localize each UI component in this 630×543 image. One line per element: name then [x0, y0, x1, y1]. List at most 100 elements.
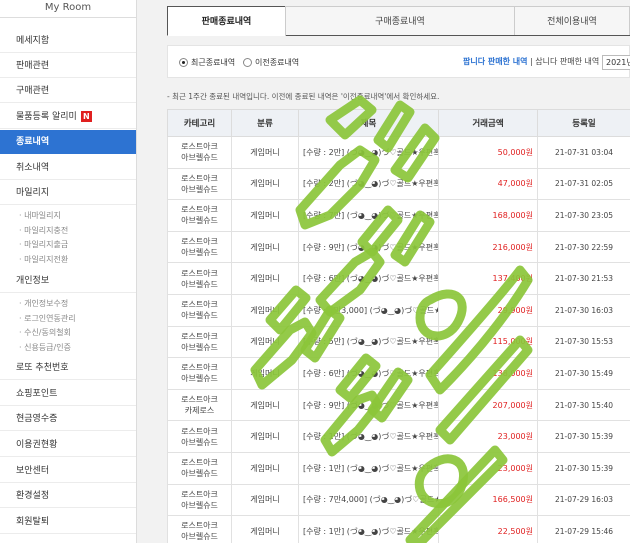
radio-previous[interactable]: 이전종료내역 [243, 57, 299, 69]
sidebar-item[interactable]: 로또 추천번호 [0, 356, 136, 380]
category-game: 로스트아크 [181, 331, 218, 341]
table-row[interactable]: 로스트아크 아브렐슈드 게임머니 [수량 : 1만] (づ◕‿◕)づ♡골드★우편혹은 … [167, 420, 630, 453]
sidebar-subitem[interactable]: · 마일리지충전 [0, 224, 136, 238]
year-select[interactable]: 2021년 [602, 55, 630, 70]
table-row[interactable]: 로스트아크 아브렐슈드 게임머니 [수량 : 7만] (づ◕‿◕)づ♡골드★우편혹은 … [167, 199, 630, 232]
category-game: 로스트아크 [181, 363, 218, 373]
sidebar-item[interactable]: 개인정보 [0, 269, 136, 293]
table-row[interactable]: 로스트아크 아브렐슈드 게임머니 [수량 : 7만4,000] (づ◕‿◕)づ♡골드★… [167, 483, 630, 517]
sidebar-item[interactable]: 보안센터 [0, 459, 136, 483]
table-row[interactable]: 로스트아크 아브렐슈드 게임머니 [수량 : 1만3,000] (づ◕‿◕)づ♡골드★… [167, 293, 630, 327]
table-row[interactable]: 로스트아크카제로스게임머니[수량 : 9만] (づ◕‿◕)づ♡골드★우편혹은 경… [167, 388, 630, 422]
table-row[interactable]: 로스트아크 아브렐슈드 게임머니 [수량 : 6만] (づ◕‿◕)づ♡골드★우편혹은 … [167, 357, 630, 390]
category-game: 로스트아크 [181, 426, 218, 436]
table-row[interactable]: 로스트아크 아브렐슈드 게임머니 [수량 : 6만] (づ◕‿◕)づ♡골드★우편혹은 … [167, 262, 630, 295]
sidebar-item[interactable]: 마일리지 [0, 181, 136, 205]
table-row[interactable]: 로스트아크 아브렐슈드 게임머니 [수량 : 2만] (づ◕‿◕)づ♡골드★우편혹은 … [167, 167, 630, 201]
type-cell: 게임머니 [231, 451, 299, 485]
tab-all-history[interactable]: 전체이용내역 [514, 6, 630, 36]
table-row[interactable]: 로스트아크 아브렐슈드 게임머니 [수량 : 1만] (づ◕‿◕)づ♡골드★우편혹은 … [167, 515, 630, 543]
category-game: 로스트아크 [181, 489, 218, 499]
table-row[interactable]: 로스트아크 아브렐슈드 게임머니 [수량 : 5만] (づ◕‿◕)づ♡골드★우편혹은 … [167, 325, 630, 359]
type-cell: 게임머니 [231, 167, 299, 201]
sidebar-item[interactable]: 쇼핑포인트 [0, 382, 136, 406]
category-game: 로스트아크 [181, 142, 218, 152]
radio-off-icon [243, 58, 252, 67]
category-cell: 로스트아크 아브렐슈드 [167, 293, 232, 327]
sidebar-subitem[interactable]: · 개인정보수정 [0, 297, 136, 311]
sidebar-item[interactable]: 현금영수증 [0, 407, 136, 431]
sidebar-item[interactable]: 구매관련 [0, 79, 136, 103]
category-server: 아브렐슈드 [181, 279, 218, 289]
sidebar-item[interactable]: 환경설정 [0, 484, 136, 508]
title-cell[interactable]: [수량 : 1만] (づ◕‿◕)づ♡골드★우편혹은 경매장으로 [298, 420, 439, 453]
sidebar-subitem[interactable]: · 마일리지출금 [0, 238, 136, 252]
date-cell: 21-07-30 15:39 [537, 451, 630, 485]
title-cell[interactable]: [수량 : 9만] (づ◕‿◕)づ♡골드★우편혹은 경매장으로 [298, 388, 439, 422]
price-cell: 166,500원 [438, 483, 538, 517]
table-row[interactable]: 로스트아크 아브렐슈드 게임머니 [수량 : 2만] (づ◕‿◕)づ♡골드★우편혹은 … [167, 136, 630, 169]
category-game: 로스트아크 [181, 173, 218, 183]
type-cell: 게임머니 [231, 136, 299, 169]
sidebar-item[interactable]: 취소내역 [0, 156, 136, 180]
title-cell[interactable]: [수량 : 1만] (づ◕‿◕)づ♡골드★우편혹은 경매장으로 [298, 451, 439, 485]
filter-box: 최근종료내역 이전종료내역 팝니다 판매한 내역 | 삽니다 판매한 내역 20… [167, 45, 630, 78]
price-cell: 22,500원 [438, 515, 538, 543]
sidebar-item[interactable]: 회원탈퇴 [0, 510, 136, 534]
sidebar-subitem[interactable]: · 내마일리지 [0, 209, 136, 223]
date-cell: 21-07-31 02:05 [537, 167, 630, 201]
tab-purchase-ended[interactable]: 구매종료내역 [285, 6, 515, 36]
date-cell: 21-07-30 15:39 [537, 420, 630, 453]
radio-recent[interactable]: 최근종료내역 [179, 57, 235, 69]
sidebar-item-label: 취소내역 [16, 163, 50, 173]
sidebar-item[interactable]: 이용권현황 [0, 433, 136, 457]
title-cell[interactable]: [수량 : 2만] (づ◕‿◕)づ♡골드★우편혹은 경매장으로 [298, 167, 439, 201]
title-cell[interactable]: [수량 : 5만] (づ◕‿◕)づ♡골드★우편혹은 경매장으로 [298, 325, 439, 359]
sidebar-item-label: 구매관련 [16, 86, 50, 96]
sidebar-subitem[interactable]: · 수신/동의철회 [0, 326, 136, 340]
price-cell: 23,000원 [438, 420, 538, 453]
sidebar: My Room 메세지함 판매관련 구매관련 물품등록 알리미 N 종료내역 취소내역 마일리… [0, 0, 137, 543]
sidebar-item-label: 로또 추천번호 [16, 363, 69, 373]
category-game: 로스트아크 [181, 300, 218, 310]
sidebar-subitem[interactable]: · 로그인연동관리 [0, 312, 136, 326]
sidebar-item[interactable]: 메세지함 [0, 29, 136, 53]
sidebar-item-label: 판매관련 [16, 61, 50, 71]
tab-bar: 판매종료내역 구매종료내역 전체이용내역 [167, 6, 630, 36]
price-cell: 50,000원 [438, 136, 538, 169]
tab-sales-ended[interactable]: 판매종료내역 [167, 6, 286, 36]
table-header-row: 카테고리 분류 제목 거래금액 등록일 [167, 109, 630, 137]
price-cell: 47,000원 [438, 167, 538, 201]
date-cell: 21-07-30 16:03 [537, 293, 630, 327]
sidebar-subitem[interactable]: · 마일리지전환 [0, 253, 136, 267]
sidebar-subitem[interactable]: · 신용등급/인증 [0, 341, 136, 355]
table-row[interactable]: 로스트아크 아브렐슈드 게임머니 [수량 : 9만] (づ◕‿◕)づ♡골드★우편혹은 … [167, 230, 630, 264]
category-game: 로스트아크 [181, 237, 218, 247]
table-row[interactable]: 로스트아크 아브렐슈드 게임머니 [수량 : 1만] (づ◕‿◕)づ♡골드★우편혹은 … [167, 451, 630, 485]
price-cell: 138,000원 [438, 357, 538, 390]
sidebar-item[interactable]: 종료내역 [0, 130, 136, 154]
category-cell: 로스트아크 아브렐슈드 [167, 199, 232, 232]
sidebar-item-label: 회원탈퇴 [16, 517, 50, 527]
title-cell[interactable]: [수량 : 9만] (づ◕‿◕)づ♡골드★우편혹은 경매장으로 [298, 230, 439, 264]
category-cell: 로스트아크 아브렐슈드 [167, 167, 232, 201]
category-game: 로스트아크 [181, 395, 218, 405]
sidebar-item[interactable]: 판매관련 [0, 54, 136, 78]
title-cell[interactable]: [수량 : 6만] (づ◕‿◕)づ♡골드★우편혹은 경매장으로 [298, 357, 439, 390]
title-cell[interactable]: [수량 : 7만4,000] (づ◕‿◕)づ♡골드★우편혹은 경매 [298, 483, 439, 517]
history-table: 카테고리 분류 제목 거래금액 등록일 로스트아크 아브렐슈드 게임머니 [수량 : … [167, 109, 630, 543]
title-cell[interactable]: [수량 : 1만] (づ◕‿◕)づ♡골드★우편혹은 경매장으로 [298, 515, 439, 543]
category-cell: 로스트아크 아브렐슈드 [167, 451, 232, 485]
category-cell: 로스트아크 아브렐슈드 [167, 420, 232, 453]
title-cell[interactable]: [수량 : 7만] (づ◕‿◕)づ♡골드★우편혹은 경매장으로 [298, 199, 439, 232]
sold-history-link[interactable]: 팝니다 판매한 내역 [463, 57, 527, 66]
type-cell: 게임머니 [231, 293, 299, 327]
title-cell[interactable]: [수량 : 2만] (づ◕‿◕)づ♡골드★우편혹은 경매장으로 [298, 136, 439, 169]
title-cell[interactable]: [수량 : 6만] (づ◕‿◕)づ♡골드★우편혹은 경매장으로 [298, 262, 439, 295]
sidebar-item[interactable]: 물품등록 알리미 N [0, 105, 136, 129]
date-cell: 21-07-31 03:04 [537, 136, 630, 169]
table-body: 로스트아크 아브렐슈드 게임머니 [수량 : 2만] (づ◕‿◕)づ♡골드★우편혹은 … [167, 136, 630, 543]
bought-history-link[interactable]: 삽니다 판매한 내역 [535, 57, 599, 66]
title-cell[interactable]: [수량 : 1만3,000] (づ◕‿◕)づ♡골드★우편혹은 경매 [298, 293, 439, 327]
date-cell: 21-07-30 23:05 [537, 199, 630, 232]
